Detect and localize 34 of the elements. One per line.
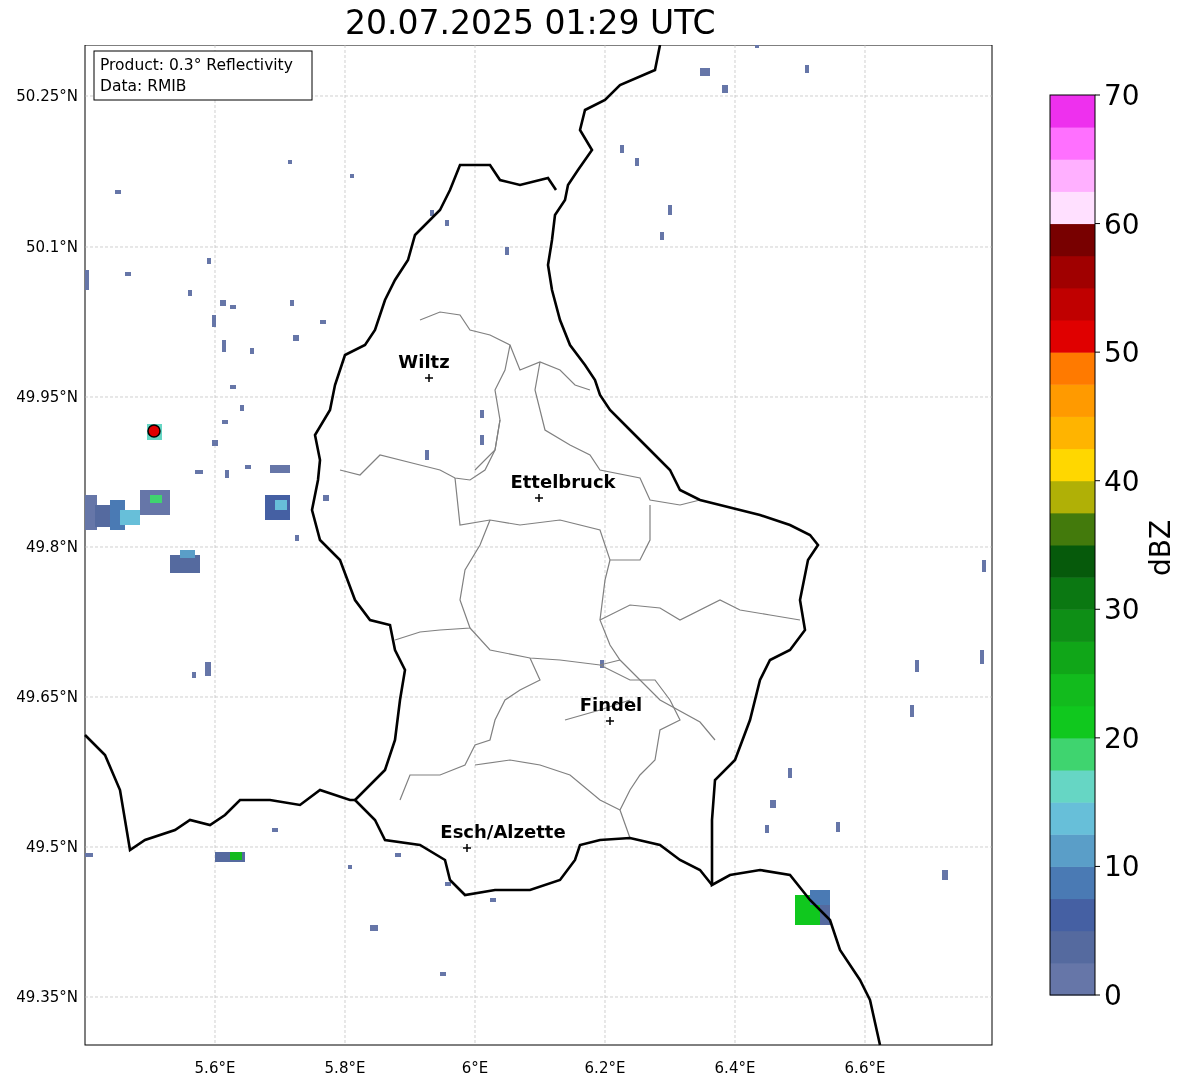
city-label: Findel [579,694,643,715]
city-label: Ettelbruck [510,471,616,492]
colorbar-tick-label: 30 [1104,593,1140,627]
x-tick-label: 6.4°E [714,1059,756,1077]
y-tick-label: 49.35°N [16,988,78,1006]
city-marker-icon [424,373,434,383]
legend-text: Product: 0.3° Reflectivity [100,56,293,74]
colorbar-tick-label: 0 [1104,979,1122,1012]
radar-site-marker [147,424,161,438]
y-tick-label: 49.95°N [16,388,78,406]
colorbar-label: dBZ [1144,519,1177,577]
map-title: 20.07.2025 01:29 UTC [345,2,716,44]
y-tick-label: 50.1°N [25,238,78,256]
colorbar-tick-label: 20 [1104,721,1140,755]
y-tick-label: 49.5°N [25,838,78,856]
city-label: Esch/Alzette [440,821,566,842]
legend-text: Data: RMIB [100,77,187,95]
city-marker-icon [462,843,472,853]
city-marker-icon [534,493,544,503]
y-tick-label: 49.65°N [16,688,78,706]
x-tick-label: 6.2°E [584,1059,626,1077]
city-marker-icon [605,716,615,726]
x-tick-label: 6°E [461,1059,489,1077]
colorbar-tick-label: 10 [1104,850,1140,884]
colorbar-tick-label: 50 [1104,336,1140,370]
x-tick-label: 5.6°E [194,1059,236,1077]
y-tick-label: 50.25°N [16,87,78,105]
city-label: Wiltz [398,351,450,372]
colorbar-tick-label: 40 [1104,464,1140,498]
colorbar-tick-label: 60 [1104,207,1140,241]
x-tick-label: 5.8°E [324,1059,366,1077]
y-tick-label: 49.8°N [25,538,78,556]
x-tick-label: 6.6°E [844,1059,886,1077]
colorbar-tick-label: 70 [1104,79,1140,112]
